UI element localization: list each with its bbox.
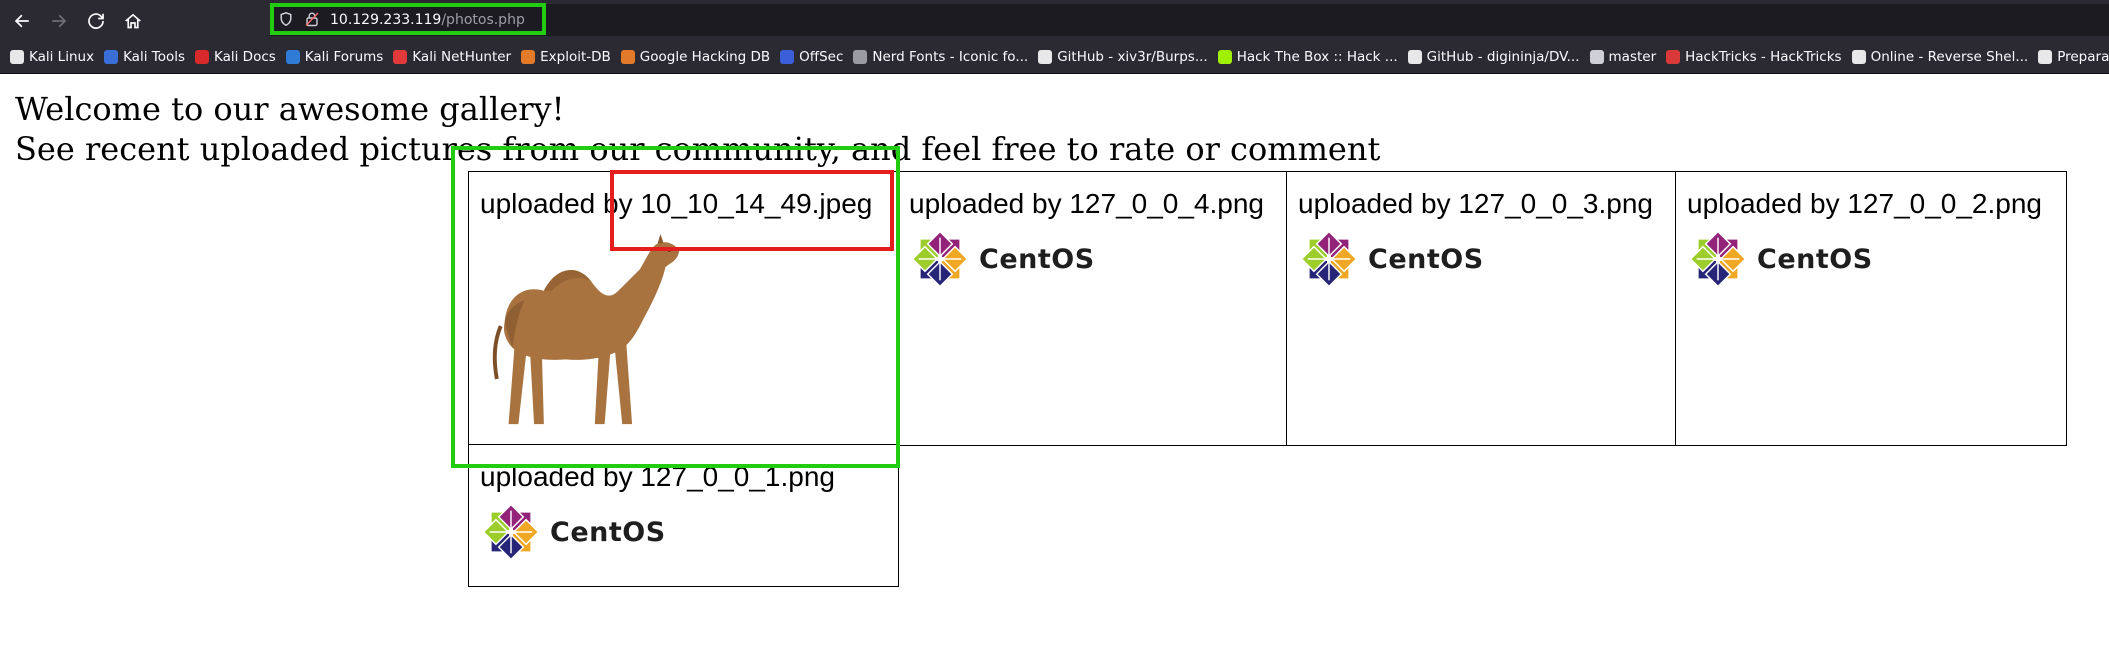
home-button[interactable] xyxy=(118,6,148,36)
centos-logo-image[interactable]: CentOS xyxy=(909,228,1095,290)
bookmark-item[interactable]: Online - Reverse Shel... xyxy=(1851,49,2029,65)
browser-toolbar: 10.129.233.119/photos.php xyxy=(0,0,2109,41)
bookmark-item[interactable]: Kali Docs xyxy=(195,49,276,65)
htb-cube-icon xyxy=(1217,50,1232,64)
github-icon xyxy=(1038,50,1053,64)
url-host[interactable]: 10.129.233.119 xyxy=(330,12,441,28)
bookmark-item[interactable]: Preparación OSCP... xyxy=(2038,49,2109,65)
bookmark-label: Exploit-DB xyxy=(540,49,611,65)
centos-wordmark: CentOS xyxy=(550,516,666,548)
bookmark-label: Kali Linux xyxy=(29,49,95,65)
bookmark-item[interactable]: master xyxy=(1589,49,1657,65)
page-content: Welcome to our awesome gallery! See rece… xyxy=(0,75,2109,652)
gallery-cell: uploaded by 127_0_0_2.png CentOS xyxy=(1675,171,2067,446)
url-path[interactable]: /photos.php xyxy=(441,12,525,28)
bookmark-label: Kali NetHunter xyxy=(412,49,512,65)
insecure-lock-icon[interactable] xyxy=(304,11,322,29)
arrow-left-icon xyxy=(14,14,29,27)
github-icon xyxy=(2038,50,2053,64)
bookmark-label: master xyxy=(1608,49,1657,65)
exploit-db-icon xyxy=(521,50,536,64)
skull-icon xyxy=(1851,50,1866,64)
bookmark-item[interactable]: Exploit-DB xyxy=(521,49,611,65)
camel-image[interactable] xyxy=(483,232,689,428)
bookmark-label: GitHub - xiv3r/Burps... xyxy=(1057,49,1208,65)
shield-icon[interactable] xyxy=(278,11,296,29)
bookmark-label: Nerd Fonts - Iconic fo... xyxy=(872,49,1029,65)
offsec-icon xyxy=(780,50,795,64)
upload-caption: uploaded by 10_10_14_49.jpeg xyxy=(480,188,873,219)
folder-icon xyxy=(1589,50,1604,64)
reload-icon xyxy=(88,12,104,29)
bookmark-item[interactable]: Hack The Box :: Hack ... xyxy=(1217,49,1398,65)
bookmark-label: Online - Reverse Shel... xyxy=(1870,49,2029,65)
kali-docs-icon xyxy=(195,50,209,64)
bookmark-item[interactable]: Kali Linux xyxy=(10,49,94,65)
bookmark-item[interactable]: Nerd Fonts - Iconic fo... xyxy=(853,49,1028,65)
upload-caption: uploaded by 127_0_0_2.png xyxy=(1687,188,2043,219)
bookmark-label: HackTricks - HackTricks xyxy=(1685,49,1842,65)
arrow-right-icon xyxy=(52,14,67,27)
reload-button[interactable] xyxy=(81,6,111,36)
hacktricks-icon xyxy=(1666,50,1681,64)
bookmark-item[interactable]: HackTricks - HackTricks xyxy=(1666,49,1842,65)
gallery-subtitle: See recent uploaded pictures from our co… xyxy=(15,130,1381,168)
gallery-cell: uploaded by 127_0_0_1.png CentOS xyxy=(468,444,899,587)
forward-button[interactable] xyxy=(44,6,74,36)
bookmark-label: Kali Forums xyxy=(304,49,384,65)
centos-pinwheel-icon xyxy=(911,230,969,288)
bookmark-item[interactable]: Kali Forums xyxy=(285,49,384,65)
gallery-cell: uploaded by 127_0_0_3.png CentOS xyxy=(1286,171,1677,446)
centos-pinwheel-icon xyxy=(1300,230,1358,288)
bookmark-label: OffSec xyxy=(799,49,844,65)
upload-caption: uploaded by 127_0_0_3.png xyxy=(1298,188,1654,219)
ghdb-icon xyxy=(620,50,635,64)
github-icon xyxy=(1407,50,1422,64)
kali-dragon-icon xyxy=(10,50,24,64)
home-icon xyxy=(125,13,141,28)
welcome-heading: Welcome to our awesome gallery! xyxy=(15,90,565,128)
bookmark-label: Kali Tools xyxy=(123,49,185,65)
gallery-cell: uploaded by 10_10_14_49.jpeg xyxy=(468,171,899,446)
upload-caption: uploaded by 127_0_0_1.png xyxy=(480,461,836,492)
back-button[interactable] xyxy=(7,6,37,36)
bookmark-label: Hack The Box :: Hack ... xyxy=(1236,49,1398,65)
centos-logo-image[interactable]: CentOS xyxy=(1687,228,1873,290)
kali-tools-icon xyxy=(104,50,119,64)
bookmark-label: Google Hacking DB xyxy=(639,49,771,65)
nethunter-icon xyxy=(393,50,408,64)
bookmark-item[interactable]: GitHub - digininja/DV... xyxy=(1407,49,1580,65)
gallery-cell: uploaded by 127_0_0_4.png CentOS xyxy=(897,171,1287,446)
bookmark-item[interactable]: GitHub - xiv3r/Burps... xyxy=(1038,49,1208,65)
centos-logo-image[interactable]: CentOS xyxy=(480,501,666,563)
bookmark-item[interactable]: Kali Tools xyxy=(104,49,185,65)
bookmark-item[interactable]: Kali NetHunter xyxy=(393,49,511,65)
bookmark-item[interactable]: Google Hacking DB xyxy=(620,49,771,65)
centos-wordmark: CentOS xyxy=(1757,243,1873,275)
centos-wordmark: CentOS xyxy=(1368,243,1484,275)
centos-pinwheel-icon xyxy=(482,503,540,561)
centos-wordmark: CentOS xyxy=(979,243,1095,275)
upload-caption: uploaded by 127_0_0_4.png xyxy=(909,188,1265,219)
nerd-fonts-icon xyxy=(853,50,868,64)
centos-logo-image[interactable]: CentOS xyxy=(1298,228,1484,290)
url-bar[interactable]: 10.129.233.119/photos.php xyxy=(270,4,2109,36)
bookmark-label: Preparación OSCP... xyxy=(2057,49,2109,65)
kali-forums-icon xyxy=(285,50,300,64)
bookmark-item[interactable]: OffSec xyxy=(780,49,843,65)
bookmarks-toolbar: Kali Linux Kali Tools Kali Docs Kali Forums… xyxy=(0,41,2109,74)
bookmark-label: GitHub - digininja/DV... xyxy=(1426,49,1580,65)
centos-pinwheel-icon xyxy=(1689,230,1747,288)
bookmark-label: Kali Docs xyxy=(214,49,276,65)
